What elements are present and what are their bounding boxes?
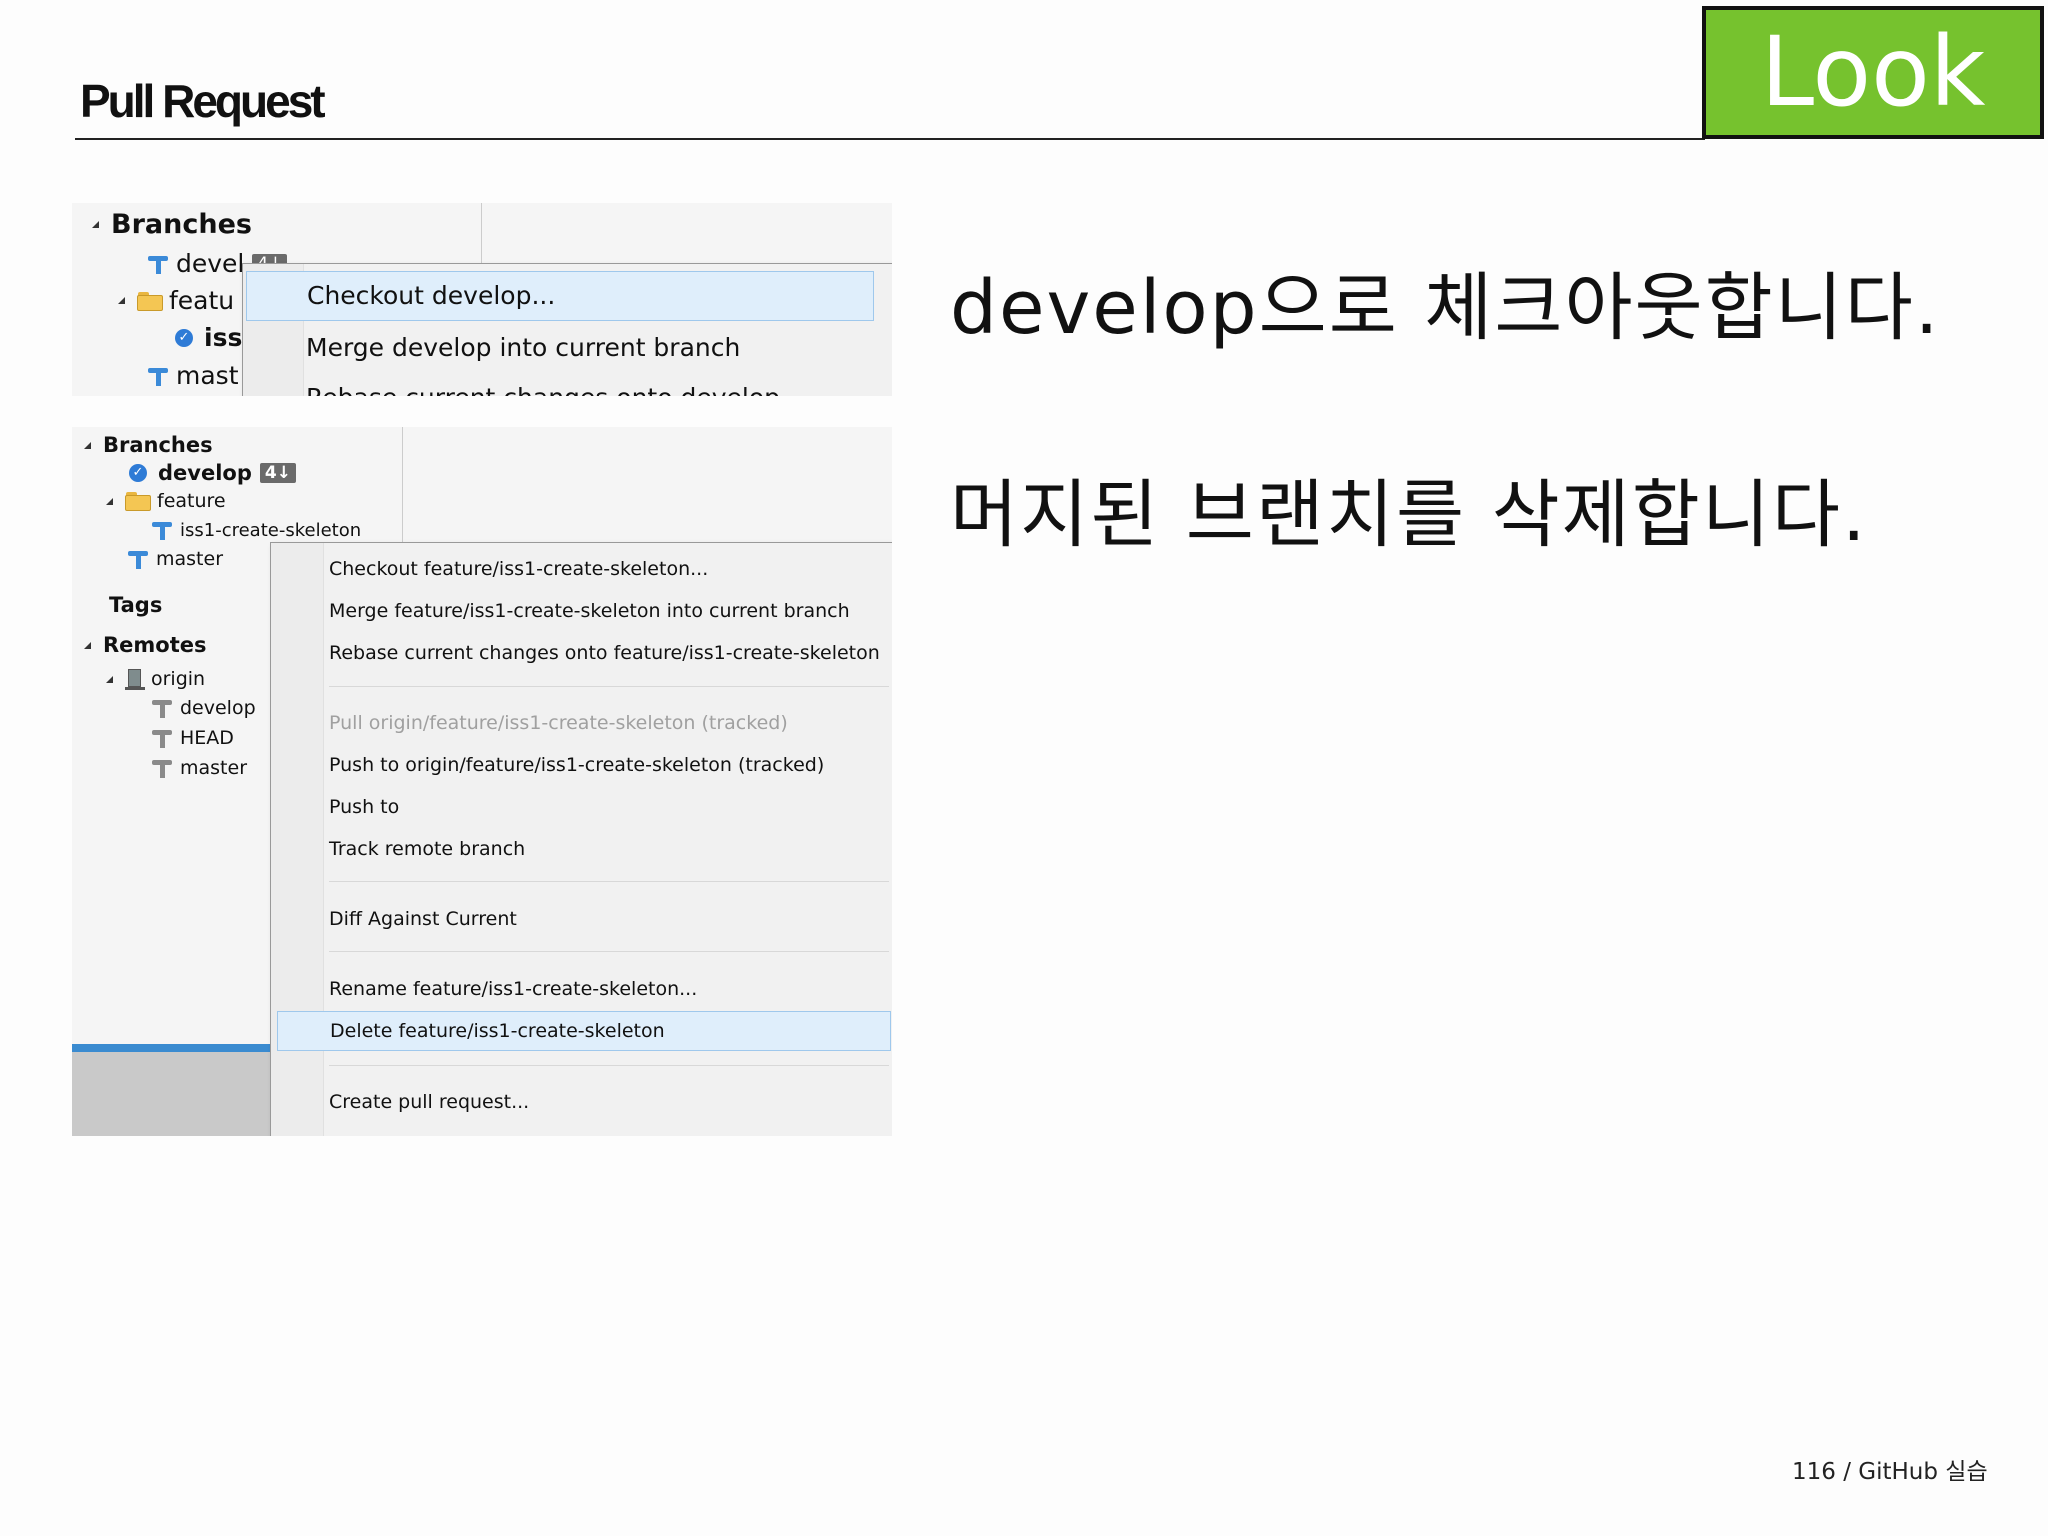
tree-remote-master[interactable]: master bbox=[150, 757, 247, 779]
current-branch-check-icon: ✓ bbox=[172, 326, 198, 350]
menu-item-push-origin[interactable]: Push to origin/feature/iss1-create-skele… bbox=[329, 748, 824, 782]
behind-count-badge: 4↓ bbox=[259, 463, 296, 483]
server-icon bbox=[125, 667, 145, 691]
menu-item-pull[interactable]: Pull origin/feature/iss1-create-skeleton… bbox=[329, 706, 788, 740]
folder-icon bbox=[125, 491, 151, 511]
current-branch-check-icon: ✓ bbox=[126, 461, 152, 485]
branch-icon bbox=[146, 365, 170, 387]
screenshot-delete-branch: master Branches ✓ develop 4↓ feature iss… bbox=[72, 427, 892, 1136]
expand-arrow-icon[interactable] bbox=[106, 675, 113, 683]
instruction-checkout: develop으로 체크아웃합니다. bbox=[950, 265, 1941, 351]
tree-remote-origin[interactable]: origin bbox=[106, 667, 205, 691]
page-footer: 116 / GitHub 실습 bbox=[1792, 1459, 1988, 1485]
remote-branch-icon bbox=[150, 697, 174, 719]
tree-remote-head[interactable]: HEAD bbox=[150, 727, 234, 749]
remotes-header[interactable]: Remotes bbox=[84, 633, 207, 657]
branches-header[interactable]: Branches bbox=[92, 209, 252, 240]
menu-item-rebase-develop[interactable]: Rebase current changes onto develop bbox=[306, 376, 780, 396]
menu-item-push-to[interactable]: Push to bbox=[329, 790, 399, 824]
tree-folder-feature[interactable]: feature bbox=[106, 490, 226, 512]
branch-icon bbox=[150, 519, 174, 541]
menu-item-track-remote[interactable]: Track remote branch bbox=[329, 832, 525, 866]
menu-separator bbox=[329, 1065, 889, 1066]
expand-arrow-icon[interactable] bbox=[106, 497, 113, 505]
menu-item-checkout[interactable]: Checkout feature/iss1-create-skeleton... bbox=[329, 552, 708, 586]
menu-item-delete[interactable]: Delete feature/iss1-create-skeleton bbox=[277, 1011, 891, 1051]
tags-header[interactable]: Tags bbox=[109, 593, 162, 617]
tree-branch-master[interactable]: mast bbox=[146, 361, 239, 390]
menu-item-create-pr[interactable]: Create pull request... bbox=[329, 1085, 529, 1119]
expand-arrow-icon[interactable] bbox=[84, 641, 91, 649]
branch-icon bbox=[126, 548, 150, 570]
slide-title: Pull Request bbox=[80, 75, 326, 127]
expand-arrow-icon[interactable] bbox=[84, 441, 91, 449]
tree-branch-develop[interactable]: ✓ develop 4↓ bbox=[126, 461, 296, 485]
menu-item-rename[interactable]: Rename feature/iss1-create-skeleton... bbox=[329, 972, 697, 1006]
expand-arrow-icon[interactable] bbox=[118, 297, 125, 304]
menu-item-diff[interactable]: Diff Against Current bbox=[329, 902, 517, 936]
menu-separator bbox=[329, 951, 889, 952]
tree-remote-develop[interactable]: develop bbox=[150, 697, 256, 719]
tree-branch-iss1[interactable]: iss1-create-skeleton bbox=[150, 519, 361, 541]
context-menu-feature-branch: Checkout feature/iss1-create-skeleton...… bbox=[270, 542, 892, 1136]
context-menu-develop: Checkout develop... Merge develop into c… bbox=[242, 263, 892, 396]
menu-item-checkout-develop[interactable]: Checkout develop... bbox=[246, 271, 874, 321]
tree-branch-iss[interactable]: ✓ iss bbox=[172, 323, 242, 352]
folder-icon bbox=[137, 291, 163, 311]
remote-branch-icon bbox=[150, 757, 174, 779]
menu-item-merge-develop[interactable]: Merge develop into current branch bbox=[306, 326, 740, 370]
menu-item-rebase[interactable]: Rebase current changes onto feature/iss1… bbox=[329, 636, 880, 670]
instruction-delete: 머지된 브랜치를 삭제합니다. bbox=[950, 472, 1868, 558]
menu-item-merge[interactable]: Merge feature/iss1-create-skeleton into … bbox=[329, 594, 850, 628]
expand-arrow-icon[interactable] bbox=[92, 221, 99, 228]
remote-branch-icon bbox=[150, 727, 174, 749]
menu-separator bbox=[329, 686, 889, 687]
bottom-panel bbox=[72, 1052, 272, 1136]
selection-bar bbox=[72, 1044, 272, 1052]
sidebar-divider bbox=[402, 427, 403, 547]
branches-header[interactable]: Branches bbox=[84, 433, 213, 457]
menu-separator bbox=[329, 881, 889, 882]
screenshot-checkout-develop: Branches devel 4↓ featu ✓ iss mast Check… bbox=[72, 203, 892, 396]
title-divider bbox=[75, 138, 1705, 140]
tree-folder-feature[interactable]: featu bbox=[118, 286, 234, 315]
branch-icon bbox=[146, 253, 170, 275]
look-badge: Look bbox=[1702, 6, 2044, 139]
tree-branch-master[interactable]: master bbox=[126, 548, 223, 570]
